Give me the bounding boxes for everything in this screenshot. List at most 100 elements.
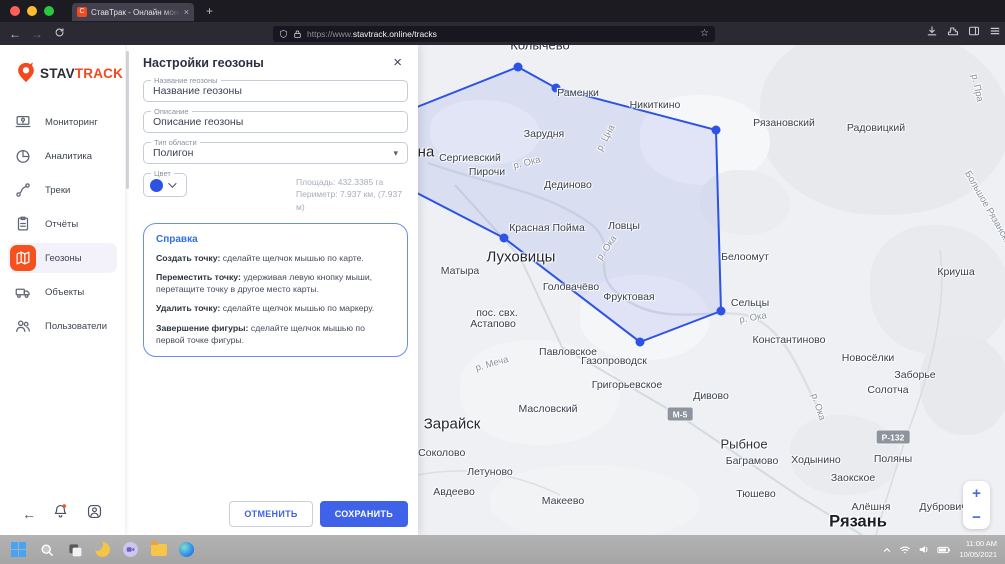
sidebar-item-objects[interactable]: Объекты bbox=[8, 277, 117, 307]
geozone-name-field[interactable]: Название геозоны Название геозоны bbox=[143, 80, 408, 102]
map-label: Новосёлки bbox=[842, 352, 894, 364]
sidebar-toggle-icon[interactable] bbox=[968, 25, 980, 37]
start-button-icon[interactable] bbox=[10, 541, 27, 558]
window-minimize-button[interactable] bbox=[27, 6, 37, 16]
reload-button[interactable] bbox=[48, 27, 70, 41]
sidebar-item-reports[interactable]: Отчёты bbox=[8, 209, 117, 239]
map-label: Никиткино bbox=[630, 99, 681, 111]
users-icon bbox=[10, 313, 36, 339]
tab-title: СтавТрак - Онлайн мониторин bbox=[91, 8, 180, 17]
sidebar-item-tracks[interactable]: Треки bbox=[8, 175, 117, 205]
area-type-select[interactable]: Тип области Полигон ▾ bbox=[143, 142, 408, 164]
geozones-map-icon bbox=[10, 245, 36, 271]
browser-toolbar: ← → https://www.stavtrack.online/tracks … bbox=[0, 22, 1005, 45]
map-label: Рыбное bbox=[720, 437, 767, 452]
map-label: Дединово bbox=[544, 179, 592, 191]
map-label: Криуша bbox=[937, 266, 974, 278]
map-label: р. Ока bbox=[512, 154, 541, 171]
map-label: -Соколово bbox=[415, 447, 466, 459]
chevron-down-icon: ▾ bbox=[393, 148, 398, 159]
battery-icon[interactable] bbox=[937, 545, 951, 555]
new-tab-button[interactable]: + bbox=[206, 4, 213, 18]
help-item: Удалить точку: сделайте щелчок мышью по … bbox=[156, 302, 395, 314]
forward-button[interactable]: → bbox=[26, 27, 48, 41]
window-maximize-button[interactable] bbox=[44, 6, 54, 16]
map-label: р. Цна bbox=[595, 123, 618, 153]
cancel-button[interactable]: ОТМЕНИТЬ bbox=[229, 501, 312, 527]
save-button[interactable]: СОХРАНИТЬ bbox=[320, 501, 408, 527]
map-label: Радовицкий bbox=[847, 122, 905, 134]
window-close-button[interactable] bbox=[10, 6, 20, 16]
map-label: Большое Рязанское bbox=[962, 169, 1005, 251]
color-swatch[interactable] bbox=[150, 179, 163, 192]
map-label: Пирочи bbox=[469, 166, 505, 178]
tab-close-icon[interactable]: × bbox=[184, 7, 189, 17]
clock[interactable]: 11:00 AM 10/05/2021 bbox=[959, 539, 997, 560]
back-button[interactable]: ← bbox=[4, 27, 26, 41]
volume-icon[interactable] bbox=[918, 544, 930, 555]
color-picker[interactable]: Цвет bbox=[143, 173, 187, 197]
map-label: Константиново bbox=[753, 334, 826, 346]
panel-scrollbar[interactable] bbox=[126, 51, 129, 189]
task-view-icon[interactable] bbox=[66, 541, 83, 558]
map-label: Головачёво bbox=[543, 281, 599, 293]
app-area: КолычевоРаменкиНикиткиноРязановскийРадов… bbox=[0, 45, 1005, 535]
sidebar-item-monitoring[interactable]: Мониторинг bbox=[8, 107, 117, 137]
window-controls bbox=[10, 6, 54, 16]
edge-browser-icon[interactable] bbox=[178, 541, 195, 558]
wifi-icon[interactable] bbox=[899, 544, 911, 555]
map-label: р. Меча bbox=[474, 354, 510, 374]
map-label: Заборье bbox=[894, 369, 935, 381]
zoom-in-button[interactable]: + bbox=[963, 481, 990, 505]
extensions-icon[interactable] bbox=[947, 25, 959, 37]
menu-icon[interactable] bbox=[989, 25, 1001, 37]
browser-tab-bar: С СтавТрак - Онлайн мониторин × + bbox=[0, 0, 1005, 22]
app-sidebar: STAVTRACK Мониторинг Аналитика Треки bbox=[0, 45, 125, 535]
map-label: Сергиевский bbox=[439, 152, 501, 164]
bookmark-star-icon[interactable]: ☆ bbox=[700, 28, 709, 39]
search-icon[interactable] bbox=[38, 541, 55, 558]
map-label: Ходынино bbox=[791, 454, 840, 466]
geozone-description-label: Описание bbox=[151, 107, 192, 116]
notifications-bell-icon[interactable] bbox=[52, 503, 69, 525]
map-label: Луховицы bbox=[487, 249, 556, 266]
map-label: р. Ока bbox=[738, 310, 767, 326]
road-badge: Р-132 bbox=[876, 430, 911, 445]
geozone-settings-panel: Настройки геозоны × Название геозоны Наз… bbox=[125, 45, 418, 535]
route-icon bbox=[10, 177, 36, 203]
map-label: Фруктовая bbox=[603, 291, 654, 303]
url-bar[interactable]: https://www.stavtrack.online/tracks ☆ bbox=[273, 26, 715, 42]
help-item: Создать точку: сделайте щелчок мышью по … bbox=[156, 252, 395, 264]
lock-icon bbox=[293, 29, 302, 39]
sidebar-item-users[interactable]: Пользователи bbox=[8, 311, 117, 341]
map-label: р. Пра bbox=[969, 73, 986, 103]
map-label: Макеево bbox=[542, 495, 584, 507]
browser-tab[interactable]: С СтавТрак - Онлайн мониторин × bbox=[72, 3, 194, 21]
monitoring-icon bbox=[10, 109, 36, 135]
road-badge: М-5 bbox=[667, 407, 694, 422]
nightlight-app-icon[interactable] bbox=[94, 541, 111, 558]
shield-icon[interactable] bbox=[279, 29, 288, 39]
map-label: Заокское bbox=[831, 472, 875, 484]
panel-close-icon[interactable]: × bbox=[393, 55, 402, 70]
meet-app-icon[interactable] bbox=[122, 541, 139, 558]
url-text: https://www.stavtrack.online/tracks bbox=[307, 29, 695, 39]
downloads-icon[interactable] bbox=[926, 25, 938, 37]
account-icon[interactable] bbox=[86, 503, 103, 525]
geozone-description-field[interactable]: Описание Описание геозоны bbox=[143, 111, 408, 133]
map-label: Колычево bbox=[510, 45, 569, 53]
file-explorer-icon[interactable] bbox=[150, 541, 167, 558]
map-label: Поляны bbox=[874, 453, 912, 465]
tray-date: 10/05/2021 bbox=[959, 550, 997, 561]
map-label: Авдеево bbox=[433, 486, 475, 498]
map-label: Газопроводск bbox=[581, 355, 647, 367]
help-box: Справка Создать точку: сделайте щелчок м… bbox=[143, 223, 408, 357]
map-label: Красная Пойма bbox=[509, 222, 585, 234]
sidebar-item-analytics[interactable]: Аналитика bbox=[8, 141, 117, 171]
zoom-out-button[interactable]: − bbox=[963, 505, 990, 529]
sidebar-item-geozones[interactable]: Геозоны bbox=[8, 243, 117, 273]
tray-expand-icon[interactable] bbox=[882, 545, 892, 555]
map-label: р. Ока bbox=[595, 234, 620, 263]
collapse-sidebar-button[interactable]: ← bbox=[22, 506, 36, 522]
map-label: Рязановский bbox=[753, 117, 815, 129]
